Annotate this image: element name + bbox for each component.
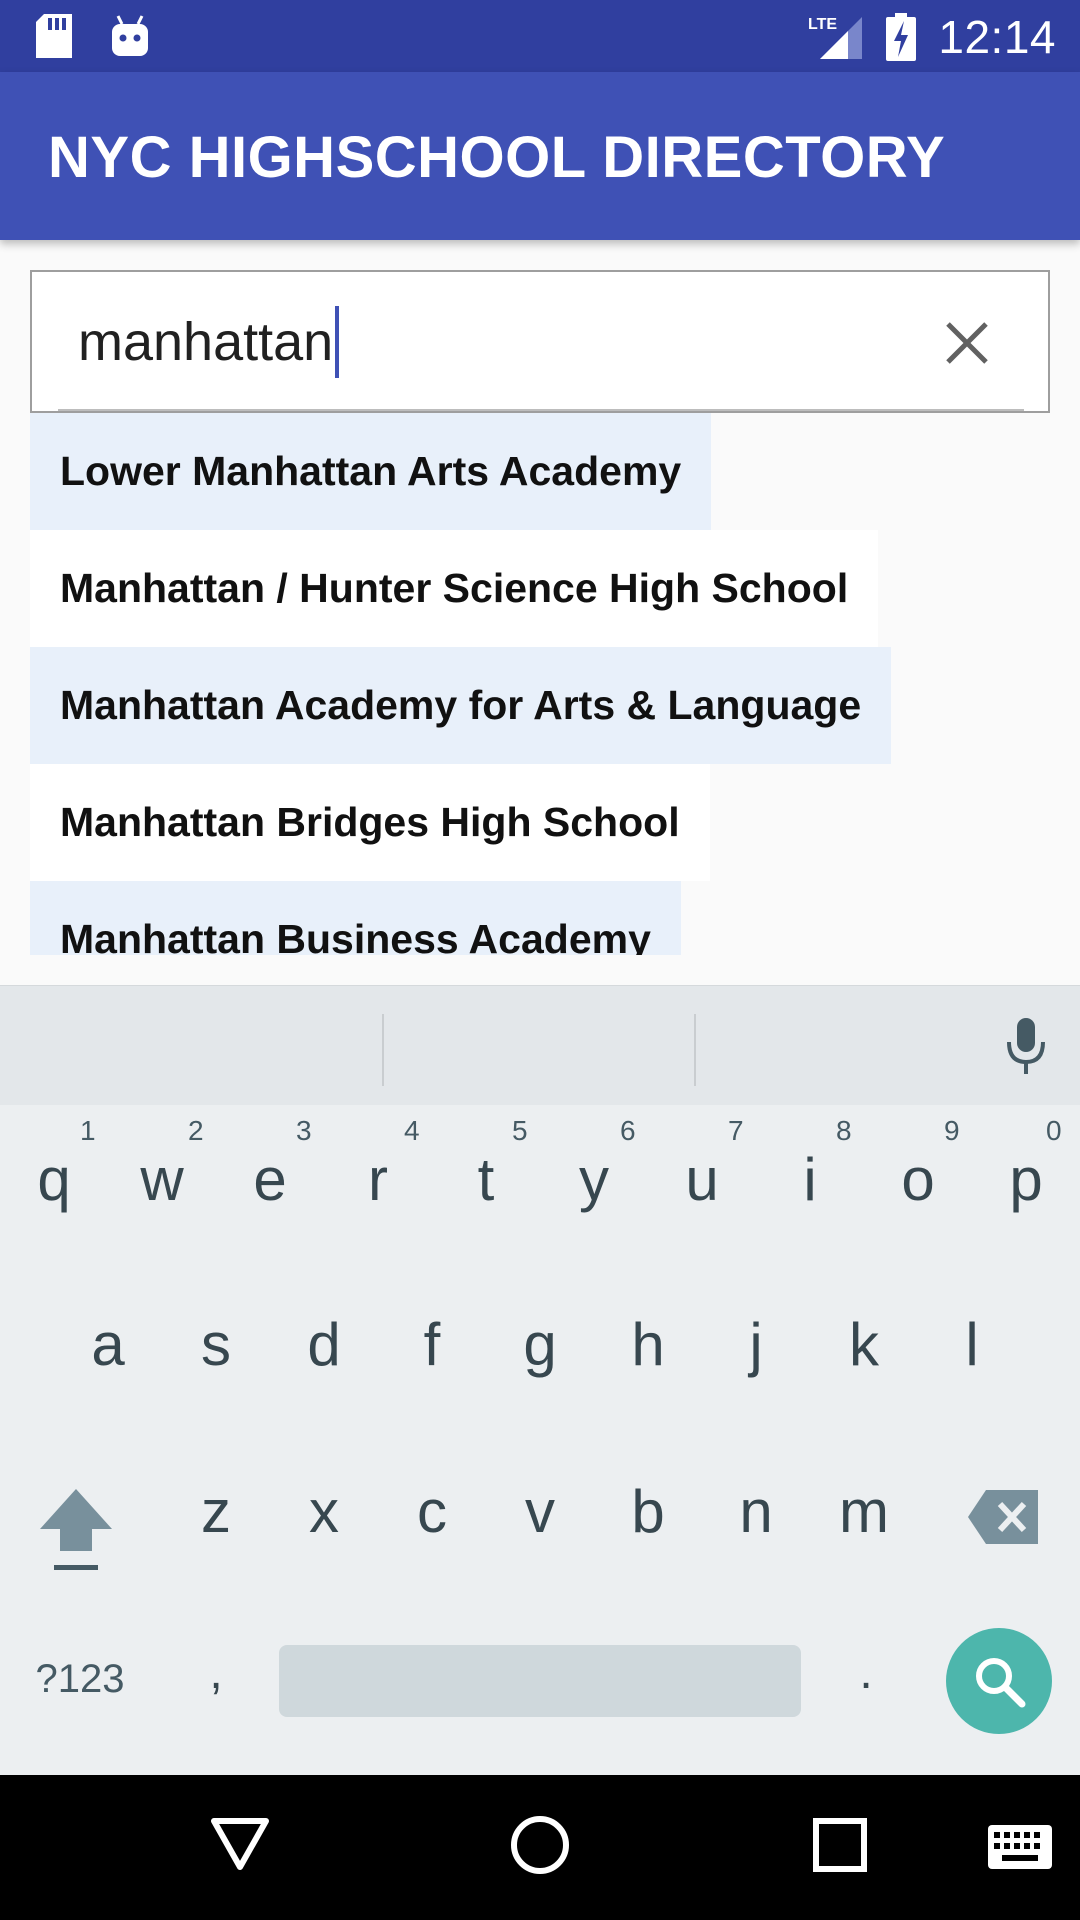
search-box[interactable]: manhattan <box>30 270 1050 413</box>
battery-charging-icon <box>886 13 917 61</box>
backspace-icon[interactable] <box>966 1488 1040 1546</box>
keyboard-icon[interactable] <box>988 1825 1052 1869</box>
key-x[interactable]: x <box>284 1477 364 1577</box>
comma-key[interactable]: , <box>196 1645 236 1725</box>
back-icon[interactable] <box>210 1815 270 1871</box>
key-t[interactable]: t5 <box>446 1115 528 1245</box>
lte-signal-icon: LTE <box>808 16 863 59</box>
page-title: NYC HIGHSCHOOL DIRECTORY <box>48 125 946 190</box>
clock: 12:14 <box>938 11 1056 63</box>
key-r[interactable]: r4 <box>338 1115 420 1245</box>
home-icon[interactable] <box>510 1815 570 1875</box>
search-icon <box>976 1658 1026 1708</box>
strip-divider <box>694 1014 696 1086</box>
suggestion-item[interactable]: Manhattan Bridges High School <box>30 764 710 881</box>
close-icon[interactable] <box>942 318 992 368</box>
sd-card-icon <box>36 14 72 58</box>
soft-keyboard: q1 w2 e3 r4 t5 y6 u7 i8 o9 p0 a s d f g … <box>0 985 1080 1775</box>
strip-divider <box>382 1014 384 1086</box>
key-i[interactable]: i8 <box>770 1115 851 1245</box>
suggestion-strip <box>0 985 1080 1105</box>
app-bar: NYC HIGHSCHOOL DIRECTORY <box>0 72 1080 240</box>
search-input-value: manhattan <box>78 312 334 372</box>
text-cursor <box>335 306 340 378</box>
key-j[interactable]: j <box>716 1310 796 1410</box>
key-h[interactable]: h <box>608 1310 688 1410</box>
suggestion-item[interactable]: Manhattan Business Academy <box>30 881 681 955</box>
suggestion-list: Lower Manhattan Arts Academy Manhattan /… <box>30 413 1050 955</box>
suggestion-item[interactable]: Manhattan Academy for Arts & Language <box>30 647 892 764</box>
suggestion-item[interactable]: Lower Manhattan Arts Academy <box>30 413 712 530</box>
key-q[interactable]: q1 <box>14 1115 95 1245</box>
status-bar: LTE 12:14 <box>0 0 1080 72</box>
key-k[interactable]: k <box>824 1310 904 1410</box>
suggestion-item[interactable]: Manhattan / Hunter Science High School <box>30 530 879 647</box>
android-debug-icon <box>112 15 148 56</box>
mic-icon[interactable] <box>1004 1016 1048 1076</box>
key-w[interactable]: w2 <box>122 1115 203 1245</box>
svg-text:LTE: LTE <box>808 16 837 33</box>
search-input[interactable]: manhattan <box>78 306 340 378</box>
key-n[interactable]: n <box>716 1477 796 1577</box>
symbols-key[interactable]: ?123 <box>20 1657 140 1717</box>
recents-icon[interactable] <box>812 1817 868 1873</box>
period-key[interactable]: . <box>846 1645 886 1725</box>
navigation-bar <box>0 1775 1080 1920</box>
keyboard-search-button[interactable] <box>946 1628 1052 1734</box>
key-e[interactable]: e3 <box>230 1115 311 1245</box>
key-y[interactable]: y6 <box>554 1115 636 1245</box>
key-p[interactable]: p0 <box>986 1115 1066 1245</box>
key-b[interactable]: b <box>608 1477 688 1577</box>
search-underline <box>58 409 1024 411</box>
key-d[interactable]: d <box>284 1310 364 1410</box>
key-l[interactable]: l <box>932 1310 1012 1410</box>
key-v[interactable]: v <box>500 1477 580 1577</box>
key-z[interactable]: z <box>176 1477 256 1577</box>
key-u[interactable]: u7 <box>662 1115 743 1245</box>
space-key[interactable] <box>279 1645 801 1717</box>
key-c[interactable]: c <box>392 1477 472 1577</box>
key-o[interactable]: o9 <box>878 1115 959 1245</box>
key-m[interactable]: m <box>824 1477 904 1577</box>
key-g[interactable]: g <box>500 1310 580 1410</box>
key-s[interactable]: s <box>176 1310 256 1410</box>
key-f[interactable]: f <box>392 1310 472 1410</box>
key-a[interactable]: a <box>68 1310 148 1410</box>
shift-icon[interactable] <box>36 1485 116 1575</box>
